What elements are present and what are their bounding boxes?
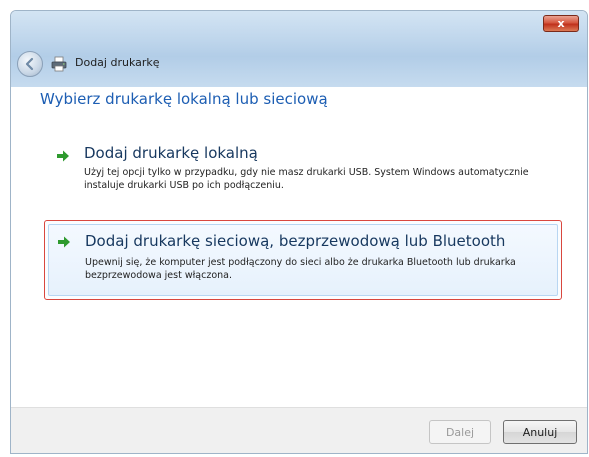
button-bar: Dalej Anuluj <box>11 407 587 453</box>
option-title: Dodaj drukarkę lokalną <box>84 144 258 162</box>
printer-icon <box>51 56 67 72</box>
title-bar: x Dodaj drukarkę <box>11 11 587 87</box>
back-arrow-icon <box>25 57 34 71</box>
back-button[interactable] <box>17 51 43 77</box>
option-title: Dodaj drukarkę sieciową, bezprzewodową l… <box>85 232 506 250</box>
option-description: Upewnij się, że komputer jest podłączony… <box>85 257 516 281</box>
green-arrow-icon <box>57 150 69 162</box>
add-network-printer-option[interactable]: Dodaj drukarkę sieciową, bezprzewodową l… <box>44 220 562 300</box>
window-title: Dodaj drukarkę <box>75 56 160 69</box>
option-description: Użyj tej opcji tylko w przypadku, gdy ni… <box>84 167 529 191</box>
add-local-printer-option[interactable]: Dodaj drukarkę lokalną Użyj tej opcji ty… <box>48 144 558 204</box>
page-heading: Wybierz drukarkę lokalną lub sieciową <box>40 90 328 108</box>
close-button[interactable]: x <box>543 15 579 32</box>
green-arrow-icon <box>58 236 70 248</box>
close-icon: x <box>557 17 565 30</box>
next-button[interactable]: Dalej <box>429 420 491 444</box>
cancel-button[interactable]: Anuluj <box>503 420 577 444</box>
